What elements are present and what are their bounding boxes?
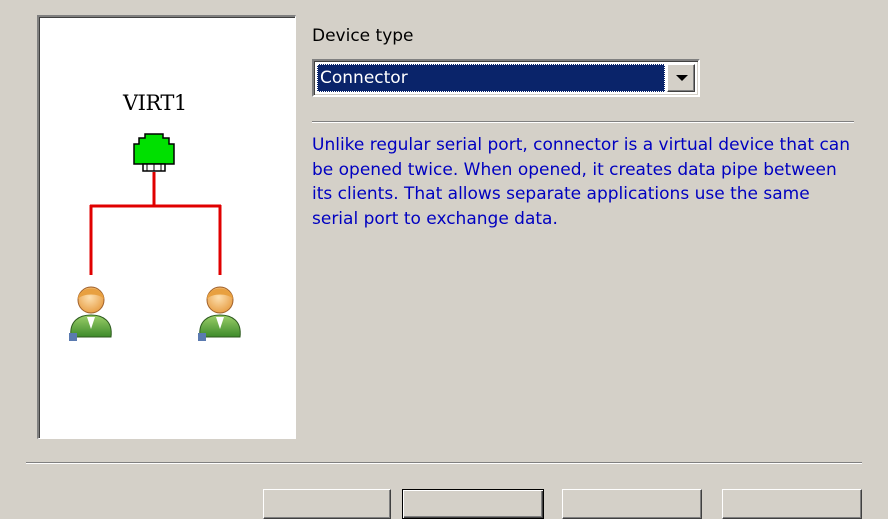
device-description: Unlike regular serial port, connector is… <box>312 135 850 229</box>
dialog-button-1[interactable] <box>263 489 391 519</box>
device-type-select[interactable]: Connector <box>312 59 700 97</box>
chevron-down-icon <box>676 75 688 81</box>
dialog-button-4[interactable] <box>722 489 862 519</box>
separator-line <box>26 462 862 464</box>
wire-lines <box>89 172 222 275</box>
device-name-label: VIRT1 <box>123 91 187 115</box>
user-icon <box>198 286 241 341</box>
dialog-button-3[interactable] <box>562 489 702 519</box>
device-diagram-panel: VIRT1 <box>37 15 296 439</box>
device-type-selected-value: Connector <box>317 64 665 92</box>
connector-icon <box>133 133 175 172</box>
dialog-button-2[interactable] <box>402 489 544 519</box>
separator-line <box>312 121 854 123</box>
dropdown-button[interactable] <box>667 64 695 92</box>
user-icon <box>69 286 112 341</box>
device-type-label: Device type <box>312 26 414 46</box>
device-diagram <box>69 133 241 341</box>
